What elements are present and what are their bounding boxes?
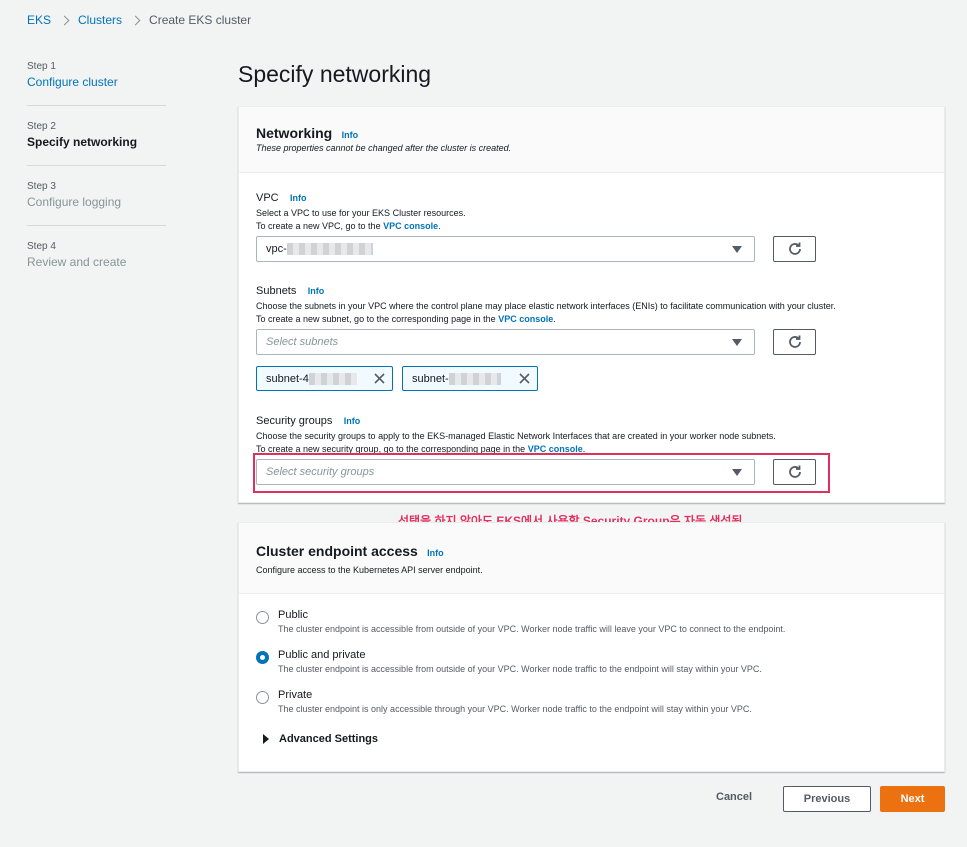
security-groups-label: Security groups [256,415,333,427]
endpoint-header: Cluster endpoint access Info Configure a… [239,523,944,594]
step-1: Step 1 Configure cluster [27,60,166,106]
subnets-desc-text: To create a new subnet, go to the corres… [256,314,496,324]
networking-header: Networking Info These properties cannot … [239,107,944,173]
caret-down-icon [732,246,742,253]
subnets-select[interactable]: Select subnets [256,329,755,355]
redacted-subnet-id [448,372,501,385]
endpoint-info-link[interactable]: Info [427,548,444,558]
step-configure-logging: Configure logging [27,195,122,209]
radio-button-checked[interactable] [256,651,269,664]
subnets-desc: Choose the subnets in your VPC where the… [256,301,836,311]
networking-panel: Networking Info These properties cannot … [238,106,945,503]
refresh-icon [788,335,801,348]
vpc-field: VPC Info Select a VPC to use for your EK… [256,190,466,233]
radio-button[interactable] [256,611,269,624]
breadcrumb: EKS Clusters Create EKS cluster [27,13,251,27]
step-3: Step 3 Configure logging [27,180,166,226]
endpoint-panel: Cluster endpoint access Info Configure a… [238,522,945,772]
vpc-desc: Select a VPC to use for your EKS Cluster… [256,208,466,218]
subnet-token-label: subnet-4 [266,372,309,385]
previous-button[interactable]: Previous [783,786,871,812]
refresh-icon [788,242,801,255]
subnet-token: subnet- [402,366,538,391]
wizard-steps: Step 1 Configure cluster Step 2 Specify … [27,60,166,299]
step-review-and-create: Review and create [27,255,127,269]
vpc-select-value: vpc- [266,243,287,255]
redacted-vpc-id [286,243,373,255]
vpc-desc-suffix: . [438,221,441,231]
advanced-settings-label: Advanced Settings [279,733,379,745]
radio-label: Private [278,689,313,701]
caret-right-icon [263,734,269,744]
radio-button[interactable] [256,691,269,704]
breadcrumb-clusters-link[interactable]: Clusters [78,13,122,27]
vpc-console-link[interactable]: VPC console [383,221,438,231]
step-configure-cluster-link[interactable]: Configure cluster [27,73,166,91]
caret-down-icon [732,339,742,346]
radio-label: Public [278,609,308,621]
subnets-desc-suffix: . [553,314,556,324]
step-2: Step 2 Specify networking [27,120,166,166]
step-number: Step 4 [27,241,56,252]
breadcrumb-eks-link[interactable]: EKS [27,13,51,27]
endpoint-desc: Configure access to the Kubernetes API s… [256,565,483,575]
vpc-desc-2: To create a new VPC, go to the VPC conso… [256,220,466,233]
vpc-desc-text: To create a new VPC, go to the [256,221,381,231]
step-number: Step 3 [27,181,56,192]
security-groups-desc: Choose the security groups to apply to t… [256,431,776,441]
endpoint-title: Cluster endpoint access [256,543,418,559]
subnets-refresh-button[interactable] [773,329,816,355]
subnets-label: Subnets [256,285,297,297]
chevron-right-icon [59,15,70,25]
next-button[interactable]: Next [880,786,945,812]
step-4: Step 4 Review and create [27,240,166,285]
radio-desc: The cluster endpoint is only accessible … [278,704,752,714]
step-number: Step 2 [27,121,56,132]
cancel-button[interactable]: Cancel [716,791,752,803]
breadcrumb-current: Create EKS cluster [149,13,252,27]
subnets-info-link[interactable]: Info [308,286,325,296]
redacted-subnet-id [308,372,357,385]
networking-title: Networking [256,125,333,141]
subnet-token-label: subnet- [412,372,449,385]
radio-label: Public and private [278,649,366,661]
annotation-highlight-box [253,453,830,493]
chevron-right-icon [130,15,141,25]
security-groups-field: Security groups Info Choose the security… [256,413,776,456]
vpc-refresh-button[interactable] [773,236,816,262]
security-groups-info-link[interactable]: Info [344,416,361,426]
close-icon[interactable] [373,372,386,385]
advanced-settings-toggle[interactable]: Advanced Settings [263,733,378,745]
subnets-vpc-console-link[interactable]: VPC console [498,314,553,324]
subnet-token: subnet-4 [256,366,393,391]
networking-info-link[interactable]: Info [342,130,359,140]
radio-desc: The cluster endpoint is accessible from … [278,664,762,674]
vpc-info-link[interactable]: Info [290,193,307,203]
vpc-label: VPC [256,192,279,204]
subnets-desc-2: To create a new subnet, go to the corres… [256,313,836,326]
step-number: Step 1 [27,61,56,72]
step-specify-networking: Specify networking [27,135,138,149]
radio-desc: The cluster endpoint is accessible from … [278,624,786,634]
subnets-field: Subnets Info Choose the subnets in your … [256,283,836,326]
page-title: Specify networking [238,61,432,87]
networking-desc: These properties cannot be changed after… [256,143,512,153]
close-icon[interactable] [518,372,531,385]
vpc-select[interactable]: vpc- [256,236,755,262]
subnets-placeholder: Select subnets [266,336,339,348]
